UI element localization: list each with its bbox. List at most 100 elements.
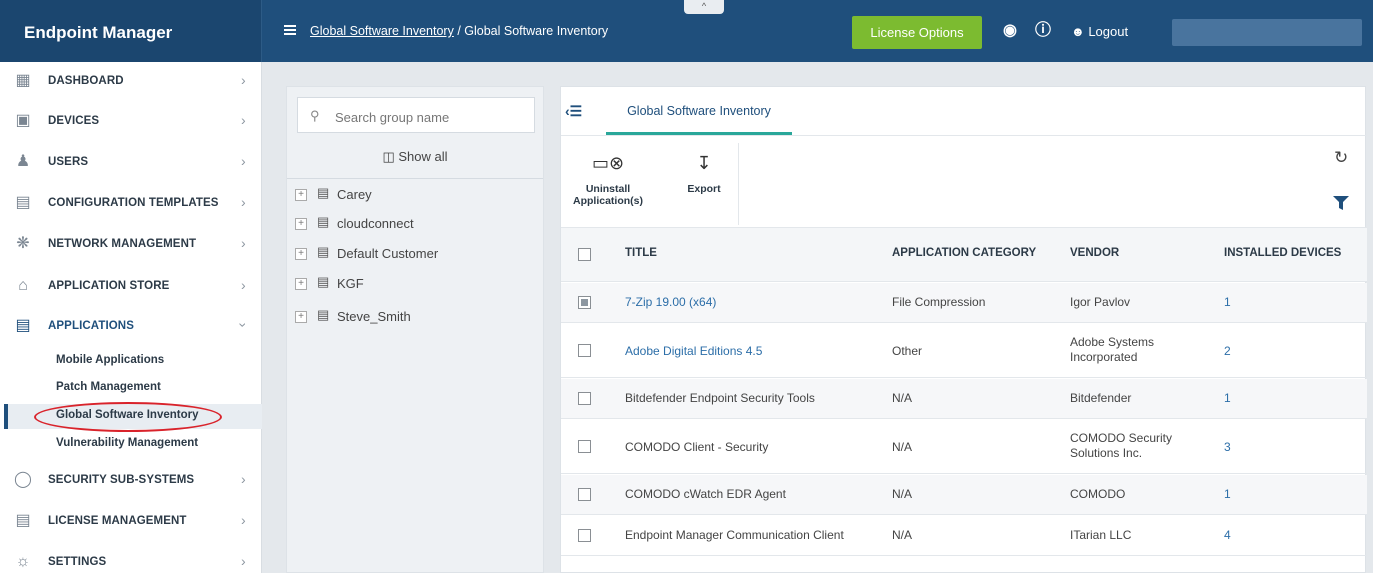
table-row[interactable]: Endpoint Manager Communication Client N/… xyxy=(561,516,1367,556)
sub-item-vulnerability-management[interactable]: Vulnerability Management xyxy=(56,437,198,449)
expand-icon[interactable]: + xyxy=(295,189,307,201)
logout-label: Logout xyxy=(1088,24,1129,39)
sub-item-patch-management[interactable]: Patch Management xyxy=(56,381,161,393)
sidebar-item-devices[interactable]: ▣ DEVICES › xyxy=(0,102,262,142)
row-vendor: Adobe Systems Incorporated xyxy=(1070,335,1154,365)
sidebar-item-license-management[interactable]: ▤ LICENSE MANAGEMENT › xyxy=(0,502,262,542)
expand-icon[interactable]: + xyxy=(295,311,307,323)
user-icon: ☻ xyxy=(1071,24,1085,39)
search-icon: ⚲ xyxy=(310,108,320,123)
sidebar-item-configuration-templates[interactable]: ▤ CONFIGURATION TEMPLATES › xyxy=(0,184,262,224)
devices-icon: ▣ xyxy=(15,112,31,129)
sidebar-item-users[interactable]: ♟ USERS › xyxy=(0,143,262,183)
row-vendor: Bitdefender xyxy=(1070,391,1132,405)
table-row[interactable]: COMODO cWatch EDR Agent N/A COMODO 1 xyxy=(561,475,1367,515)
sidebar-item-dashboard[interactable]: ▦ DASHBOARD › xyxy=(0,62,262,102)
chevron-right-icon: › xyxy=(241,471,246,487)
uninstall-applications-button[interactable]: ▭⊗ Uninstall Application(s) xyxy=(573,149,643,207)
collapse-header-button[interactable]: ^ xyxy=(684,0,724,14)
row-vendor-line2: Solutions Inc. xyxy=(1070,446,1143,460)
group-icon: ▤ xyxy=(317,244,330,259)
row-vendor-line1: Adobe Systems xyxy=(1070,335,1155,349)
search-placeholder: Search group name xyxy=(335,110,450,125)
user-name-field[interactable] xyxy=(1172,19,1362,46)
row-title[interactable]: 7-Zip 19.00 (x64) xyxy=(625,295,716,309)
search-group-input[interactable]: ⚲ Search group name xyxy=(297,97,535,133)
sidebar-item-network-management[interactable]: ❋ NETWORK MANAGEMENT › xyxy=(0,225,262,265)
row-installed-devices[interactable]: 2 xyxy=(1224,344,1231,358)
app-brand[interactable]: Endpoint Manager xyxy=(0,0,262,62)
row-checkbox[interactable] xyxy=(578,296,591,309)
network-icon: ❋ xyxy=(16,235,30,252)
breadcrumb-link[interactable]: Global Software Inventory xyxy=(310,24,454,38)
license-icon: ▤ xyxy=(15,512,31,529)
show-all-icon: ◫ xyxy=(382,149,395,164)
sidebar-item-security-sub-systems[interactable]: ◯ SECURITY SUB-SYSTEMS › xyxy=(0,461,262,501)
row-category: N/A xyxy=(892,487,913,501)
license-options-button[interactable]: License Options xyxy=(852,16,982,49)
column-title[interactable]: TITLE xyxy=(625,247,657,259)
table-row[interactable]: 7-Zip 19.00 (x64) File Compression Igor … xyxy=(561,283,1367,323)
menu-icon[interactable] xyxy=(284,25,296,35)
row-title[interactable]: Adobe Digital Editions 4.5 xyxy=(625,344,762,358)
row-category: N/A xyxy=(892,391,913,405)
store-icon: ⌂ xyxy=(18,277,28,294)
sidebar-item-label: LICENSE MANAGEMENT xyxy=(48,515,187,527)
add-notification-icon[interactable]: ◉ xyxy=(1003,23,1017,39)
row-checkbox[interactable] xyxy=(578,344,591,357)
table-row[interactable]: Bitdefender Endpoint Security Tools N/A … xyxy=(561,379,1367,419)
row-installed-devices[interactable]: 1 xyxy=(1224,391,1231,405)
row-vendor: COMODO xyxy=(1070,487,1126,501)
logout-button[interactable]: ☻ Logout xyxy=(1071,24,1128,39)
row-installed-devices[interactable]: 1 xyxy=(1224,487,1231,501)
table-row[interactable]: COMODO Client - Security N/A COMODO Secu… xyxy=(561,420,1367,474)
refresh-icon[interactable]: ↻ xyxy=(1334,148,1348,168)
dashboard-icon: ▦ xyxy=(15,72,31,89)
toolbar-divider xyxy=(738,143,739,225)
export-button[interactable]: ↧ Export xyxy=(669,149,739,195)
row-category: N/A xyxy=(892,440,913,454)
sidebar-item-application-store[interactable]: ⌂ APPLICATION STORE › xyxy=(0,267,262,307)
select-all-checkbox[interactable] xyxy=(578,248,591,261)
filter-icon[interactable] xyxy=(1333,196,1349,210)
sidebar-item-label: SECURITY SUB-SYSTEMS xyxy=(48,474,195,486)
row-checkbox[interactable] xyxy=(578,488,591,501)
uninstall-label-line2: Application(s) xyxy=(573,195,643,207)
row-checkbox[interactable] xyxy=(578,440,591,453)
show-all-button[interactable]: ◫ Show all xyxy=(287,145,543,179)
breadcrumb: Global Software Inventory / Global Softw… xyxy=(310,24,608,38)
sidebar-item-label: USERS xyxy=(48,156,89,168)
row-vendor-line2: Incorporated xyxy=(1070,350,1138,364)
row-installed-devices[interactable]: 1 xyxy=(1224,295,1231,309)
chevron-right-icon: › xyxy=(241,194,246,210)
group-name: Default Customer xyxy=(337,246,439,261)
expand-icon[interactable]: + xyxy=(295,218,307,230)
row-installed-devices[interactable]: 4 xyxy=(1224,528,1231,542)
sub-item-mobile-applications[interactable]: Mobile Applications xyxy=(56,354,164,366)
tab-global-software-inventory[interactable]: Global Software Inventory xyxy=(606,87,792,135)
uninstall-label-line1: Uninstall xyxy=(585,183,631,195)
help-icon[interactable]: ⓘ xyxy=(1035,23,1051,39)
sidebar-item-label: APPLICATIONS xyxy=(48,320,134,332)
group-icon: ▤ xyxy=(317,307,330,322)
table-row[interactable]: Adobe Digital Editions 4.5 Other Adobe S… xyxy=(561,324,1367,378)
row-checkbox[interactable] xyxy=(578,392,591,405)
tree-toggle-icon[interactable]: ‹☰ xyxy=(565,103,582,120)
gear-icon: ☼ xyxy=(15,553,31,570)
row-checkbox[interactable] xyxy=(578,529,591,542)
export-icon: ↧ xyxy=(696,153,712,173)
export-label: Export xyxy=(687,183,721,195)
expand-icon[interactable]: + xyxy=(295,248,307,260)
chevron-right-icon: › xyxy=(241,153,246,169)
sidebar-item-settings[interactable]: ☼ SETTINGS › xyxy=(0,543,262,573)
column-installed-devices[interactable]: INSTALLED DEVICES xyxy=(1224,247,1341,259)
sidebar-item-applications[interactable]: ▤ APPLICATIONS › xyxy=(0,307,262,347)
sidebar-item-label: APPLICATION STORE xyxy=(48,280,170,292)
chevron-right-icon: › xyxy=(241,235,246,251)
chevron-right-icon: › xyxy=(241,277,246,293)
column-category[interactable]: APPLICATION CATEGORY xyxy=(892,247,1036,259)
expand-icon[interactable]: + xyxy=(295,278,307,290)
row-installed-devices[interactable]: 3 xyxy=(1224,440,1231,454)
column-vendor[interactable]: VENDOR xyxy=(1070,247,1119,259)
chevron-down-icon: › xyxy=(235,322,252,328)
